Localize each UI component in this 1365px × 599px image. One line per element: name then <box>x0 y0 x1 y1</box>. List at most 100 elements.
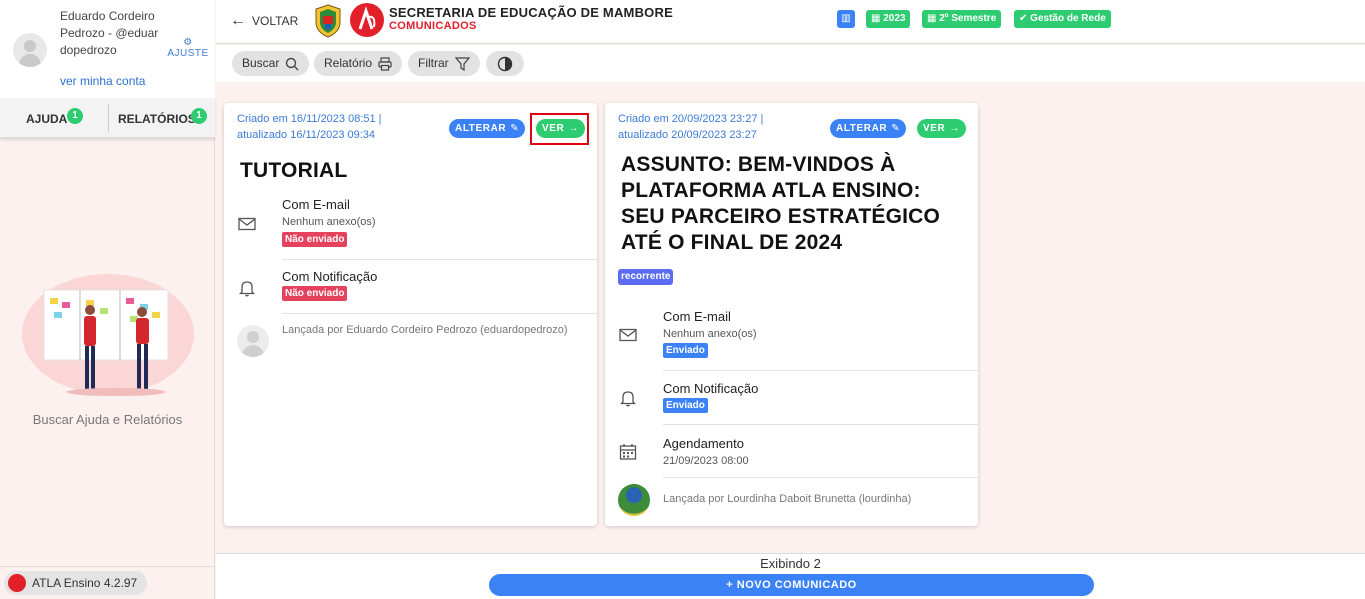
card-title-line: PLATAFORMA ATLA ENSINO: <box>621 179 921 202</box>
bell-icon <box>619 391 637 407</box>
page-subtitle: COMUNICADOS <box>389 20 477 32</box>
report-label: Relatório <box>324 56 373 70</box>
mail-icon <box>238 217 256 231</box>
semester-label: 2º Semestre <box>939 13 997 24</box>
card-title: ASSUNTO: BEM-VINDOS À PLATAFORMA ATLA EN… <box>621 152 940 256</box>
stats-button[interactable]: ▥ <box>837 10 855 28</box>
filter-icon <box>454 56 470 71</box>
network-label: Gestão de Rede <box>1030 13 1106 24</box>
account-link[interactable]: ver minha conta <box>60 74 145 88</box>
printer-icon <box>378 56 392 71</box>
edit-icon: ✎ <box>891 123 901 134</box>
updated-date: atualizado 20/09/2023 23:27 <box>618 129 757 141</box>
calendar-icon: ▦ <box>871 13 884 24</box>
atla-brand-logo <box>350 3 384 37</box>
tab-ajuda-count: 1 <box>67 108 83 124</box>
settings-button[interactable]: ⚙ AJUSTE <box>166 37 210 60</box>
status-badge: Não enviado <box>282 286 348 301</box>
bell-icon <box>238 281 256 297</box>
results-count: Exibindo 2 <box>760 556 821 571</box>
search-icon <box>286 57 299 70</box>
contrast-toggle[interactable] <box>486 51 524 76</box>
semester-chip[interactable]: ▦ 2º Semestre <box>922 10 1002 28</box>
contrast-icon <box>497 56 513 71</box>
arrow-right-icon: → <box>949 123 960 134</box>
new-announcement-button[interactable]: + NOVO COMUNICADO <box>489 574 1094 596</box>
bar-chart-icon: ▥ <box>841 13 851 24</box>
email-title: Com E-mail <box>663 309 731 324</box>
settings-label: AJUSTE <box>167 48 209 59</box>
row-divider <box>282 259 597 260</box>
status-badge: Não enviado <box>282 232 348 247</box>
tab-relatorios[interactable]: RELATÓRIOS <box>118 98 196 138</box>
org-title: SECRETARIA DE EDUCAÇÃO DE MAMBORE <box>389 5 673 20</box>
recurring-tag: recorrente <box>618 269 674 285</box>
announcement-card: Criado em 16/11/2023 08:51 | atualizado … <box>224 103 597 526</box>
email-title: Com E-mail <box>282 197 350 212</box>
version-label: ATLA Ensino 4.2.97 <box>32 576 138 590</box>
filter-button[interactable]: Filtrar <box>408 51 480 76</box>
notification-title: Com Notificação <box>663 381 759 396</box>
row-divider <box>282 313 597 314</box>
arrow-left-icon: ← <box>230 12 246 29</box>
row-divider <box>663 370 978 371</box>
row-divider <box>663 424 978 425</box>
user-name: Eduardo Cordeiro Pedrozo - @eduardopedro… <box>60 9 159 57</box>
report-button[interactable]: Relatório <box>314 51 403 76</box>
launcher-text: Lançada por Eduardo Cordeiro Pedrozo (ed… <box>282 324 568 336</box>
announcement-card: Criado em 20/09/2023 23:27 | atualizado … <box>605 103 978 526</box>
updated-date: atualizado 16/11/2023 09:34 <box>237 129 376 141</box>
view-label: VER <box>923 123 946 134</box>
calendar-icon <box>619 444 637 460</box>
card-title: TUTORIAL <box>240 159 348 182</box>
edit-button[interactable]: ALTERAR ✎ <box>830 119 907 138</box>
highlight-box <box>530 113 589 145</box>
launcher-avatar <box>237 325 269 357</box>
created-date: Criado em 16/11/2023 08:51 | <box>237 113 382 125</box>
edit-button[interactable]: ALTERAR ✎ <box>449 119 526 138</box>
view-button[interactable]: VER → <box>917 119 966 138</box>
attachments-count: Nenhum anexo(os) <box>663 328 757 340</box>
launcher-text: Lançada por Lourdinha Daboit Brunetta (l… <box>663 493 912 505</box>
card-title-line: ATÉ O FINAL DE 2024 <box>621 231 843 254</box>
municipal-crest-icon <box>315 4 341 38</box>
search-label: Buscar <box>242 56 280 70</box>
year-chip[interactable]: ▦ 2023 <box>866 10 911 28</box>
card-meta: Criado em 20/09/2023 23:27 | atualizado … <box>618 111 763 143</box>
atla-logo-icon <box>8 574 26 592</box>
toolbar: Buscar Relatório Filtrar <box>216 45 1365 82</box>
tab-ajuda-label: AJUDA <box>26 112 68 126</box>
row-divider <box>663 477 978 478</box>
edit-label: ALTERAR <box>455 123 507 134</box>
tab-relatorios-label: RELATÓRIOS <box>118 112 196 126</box>
tab-relatorios-count: 1 <box>191 108 207 124</box>
card-title-line: ASSUNTO: BEM-VINDOS À <box>621 153 896 176</box>
status-badge: Enviado <box>663 398 708 413</box>
network-chip[interactable]: ✔ Gestão de Rede <box>1014 10 1111 28</box>
back-button[interactable]: ← VOLTAR <box>230 13 298 29</box>
sidebar-tabs: AJUDA 1 RELATÓRIOS 1 <box>0 98 215 138</box>
user-avatar[interactable] <box>13 33 47 67</box>
calendar-icon: ▦ <box>927 13 940 24</box>
back-label: VOLTAR <box>252 14 299 28</box>
version-pill[interactable]: ATLA Ensino 4.2.97 <box>4 571 148 595</box>
user-block: Eduardo Cordeiro Pedrozo - @eduardopedro… <box>0 0 215 98</box>
sidebar: Eduardo Cordeiro Pedrozo - @eduardopedro… <box>0 0 215 599</box>
edit-label: ALTERAR <box>836 123 888 134</box>
mail-icon <box>619 328 637 342</box>
status-badge: Enviado <box>663 343 708 358</box>
tab-ajuda[interactable]: AJUDA <box>26 98 67 138</box>
edit-icon: ✎ <box>510 123 520 134</box>
card-title-line: SEU PARCEIRO ESTRATÉGICO <box>621 205 941 228</box>
help-illustration <box>22 274 194 396</box>
year-label: 2023 <box>883 13 906 24</box>
header: ← VOLTAR SECRETARIA DE EDUCAÇÃO DE MAMBO… <box>216 0 1365 44</box>
created-date: Criado em 20/09/2023 23:27 | <box>618 113 764 125</box>
search-button[interactable]: Buscar <box>232 51 310 76</box>
notification-title: Com Notificação <box>282 269 378 284</box>
gear-icon: ⚙ <box>183 37 193 48</box>
filter-label: Filtrar <box>418 56 449 70</box>
card-meta: Criado em 16/11/2023 08:51 | atualizado … <box>237 111 382 143</box>
footer: Exibindo 2 + NOVO COMUNICADO <box>216 553 1365 599</box>
launcher-avatar <box>618 484 650 516</box>
